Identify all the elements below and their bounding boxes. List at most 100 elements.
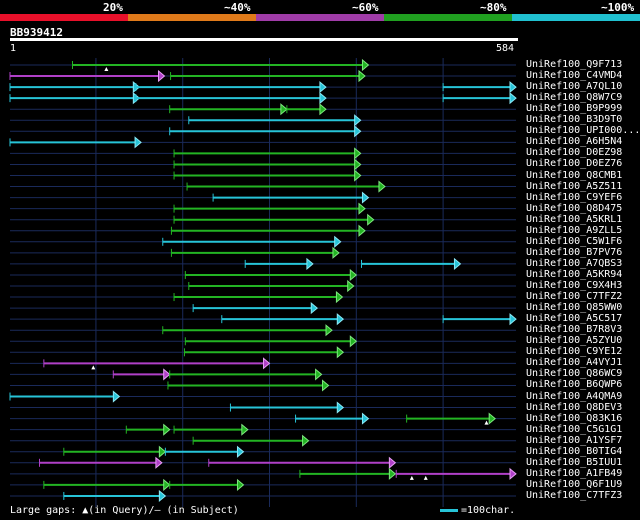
segment-end-arrow (509, 467, 517, 480)
segment-end-arrow (134, 136, 142, 149)
segment-end-arrow (509, 81, 517, 94)
segment-end-arrow (358, 202, 366, 215)
segment-end-arrow (306, 257, 314, 270)
hit-name-label[interactable]: UniRef100_C9YE12 (526, 347, 622, 357)
ruler-end-label: 584 (496, 43, 515, 54)
segment-end-arrow (358, 224, 366, 237)
segment-end-arrow (349, 268, 358, 282)
hit-name-label[interactable]: UniRef100_B0TIG4 (526, 446, 622, 457)
hit-name-label[interactable]: UniRef100_D0EZ76 (526, 159, 622, 169)
segment-end-arrow (236, 445, 245, 458)
hit-name-label[interactable]: UniRef100_B9P999 (526, 104, 622, 114)
segment-end-arrow (332, 246, 340, 259)
segment-end-arrow (488, 412, 496, 425)
hit-name-label[interactable]: UniRef100_A1FB49 (526, 468, 622, 479)
hit-name-label[interactable]: UniRef100_A7QL10 (526, 82, 622, 92)
legend-label: ~100% (601, 1, 635, 14)
hit-name-label[interactable]: UniRef100_Q6F1U9 (526, 479, 622, 490)
hit-name-label[interactable]: UniRef100_Q83K16 (526, 413, 622, 424)
hit-name-label[interactable]: UniRef100_C9X4H3 (526, 281, 622, 291)
legend-segment (0, 14, 128, 21)
hit-name-label[interactable]: UniRef100_A4VYJ1 (526, 358, 622, 368)
segment-end-arrow (354, 169, 362, 182)
hit-name-label[interactable]: UniRef100_D0EZ98 (526, 148, 622, 158)
hit-name-label[interactable]: UniRef100_C4VMD4 (526, 71, 622, 81)
hit-name-label[interactable]: UniRef100_Q9F713 (526, 60, 622, 70)
segment-end-arrow (325, 324, 333, 337)
ruler-start-label: 1 (10, 43, 17, 54)
query-ruler (10, 38, 518, 41)
segment-end-arrow (388, 456, 397, 469)
hit-name-label[interactable]: UniRef100_Q8DEV3 (526, 402, 622, 413)
query-gap-marker (91, 365, 96, 370)
hit-name-label[interactable]: UniRef100_Q8D475 (526, 203, 622, 214)
hit-name-label[interactable]: UniRef100_C5G1G1 (526, 424, 622, 435)
query-gap-marker (104, 67, 109, 71)
legend-label: ~40% (224, 1, 251, 14)
segment-end-arrow (163, 368, 171, 381)
segment-end-arrow (367, 213, 375, 226)
hit-name-label[interactable]: UniRef100_C7TFZ2 (526, 292, 622, 302)
segment-end-arrow (132, 81, 141, 94)
scale-legend: =100char. (440, 505, 515, 516)
legend-segment (384, 14, 512, 21)
hit-name-label[interactable]: UniRef100_C7TFZ3 (526, 490, 622, 501)
hit-name-label[interactable]: UniRef100_Q8W7C9 (526, 93, 622, 103)
segment-end-arrow (453, 257, 462, 270)
hit-name-label[interactable]: UniRef100_A4QMA9 (526, 391, 622, 402)
segment-end-arrow (241, 423, 249, 436)
segment-end-arrow (263, 357, 271, 370)
segment-end-arrow (158, 489, 167, 503)
hit-name-label[interactable]: UniRef100_A7QBS3 (526, 258, 622, 269)
hit-name-label[interactable]: UniRef100_B6QWP6 (526, 380, 622, 390)
legend-segment (128, 14, 256, 21)
hit-name-label[interactable]: UniRef100_C5W1F6 (526, 236, 622, 247)
hit-name-label[interactable]: UniRef100_A5KRL1 (526, 214, 622, 225)
hit-name-label[interactable]: UniRef100_Q8CMB1 (526, 170, 622, 181)
segment-end-arrow (336, 313, 345, 326)
segment-end-arrow (336, 401, 345, 414)
segment-end-arrow (509, 313, 517, 326)
hit-name-label[interactable]: UniRef100_B3D9T0 (526, 115, 622, 125)
hit-name-label[interactable]: UniRef100_A5ZYU0 (526, 336, 622, 346)
segment-end-arrow (112, 390, 121, 403)
hit-name-label[interactable]: UniRef100_Q86WC9 (526, 369, 622, 379)
scale-label: =100char. (461, 505, 516, 516)
legend-segment (512, 14, 640, 21)
gaps-legend: Large gaps: ▲(in Query)/– (in Subject) (10, 505, 239, 516)
segment-end-arrow (163, 423, 171, 436)
segment-end-arrow (354, 114, 362, 127)
hit-name-label[interactable]: UniRef100_A5KR94 (526, 269, 622, 280)
segment-end-arrow (361, 191, 370, 204)
segment-end-arrow (349, 335, 358, 348)
legend-segment (256, 14, 384, 21)
segment-end-arrow (163, 478, 171, 491)
segment-end-arrow (319, 92, 327, 105)
segment-end-arrow (319, 103, 327, 116)
legend-label: 20% (103, 1, 123, 14)
segment-end-arrow (315, 368, 323, 381)
segment-end-arrow (361, 412, 370, 425)
query-gap-marker (484, 420, 489, 425)
hit-name-label[interactable]: UniRef100_A1YSF7 (526, 435, 622, 446)
hit-name-label[interactable]: UniRef100_A6H5N4 (526, 137, 622, 147)
segment-end-arrow (336, 346, 345, 359)
segment-end-arrow (354, 125, 362, 138)
hit-name-label[interactable]: UniRef100_C9YEF6 (526, 192, 622, 203)
hit-name-label[interactable]: UniRef100_B5IUU1 (526, 457, 622, 468)
segment-end-arrow (509, 92, 517, 105)
hit-name-label[interactable]: UniRef100_UPI000... (526, 126, 640, 136)
segment-end-arrow (310, 302, 319, 315)
query-gap-marker (409, 475, 414, 480)
segment-end-arrow (155, 456, 163, 469)
hit-name-label[interactable]: UniRef100_A5Z511 (526, 181, 622, 192)
hit-name-label[interactable]: UniRef100_A5C517 (526, 314, 622, 324)
segment-end-arrow (378, 180, 386, 193)
segment-end-arrow (361, 58, 370, 72)
hit-name-label[interactable]: UniRef100_Q85WW0 (526, 303, 622, 313)
hit-name-label[interactable]: UniRef100_B7PV76 (526, 247, 622, 258)
legend-label: ~80% (480, 1, 507, 14)
hit-name-label[interactable]: UniRef100_A9ZLL5 (526, 225, 622, 236)
hit-name-label[interactable]: UniRef100_B7R8V3 (526, 325, 622, 335)
segment-end-arrow (354, 158, 362, 171)
